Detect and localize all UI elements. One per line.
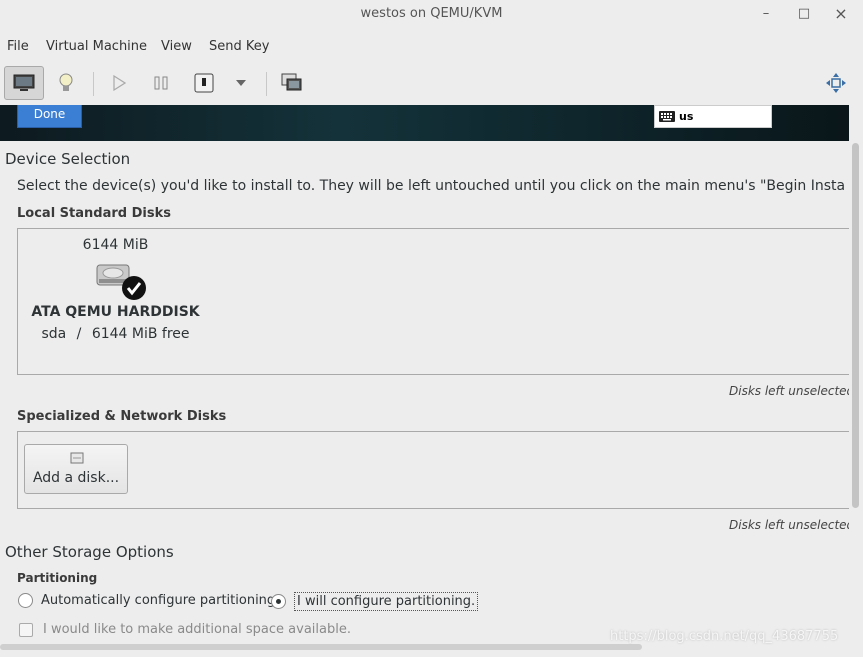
- power-icon: [194, 73, 214, 93]
- disk-size: 6144 MiB: [82, 237, 149, 253]
- local-disks-note: Disks left unselected: [729, 384, 849, 398]
- fullscreen-icon: [826, 73, 846, 93]
- partitioning-heading: Partitioning: [17, 571, 98, 585]
- disk-separator: /: [76, 326, 82, 342]
- add-disk-button[interactable]: Add a disk...: [24, 444, 128, 494]
- toolbar-separator: [93, 72, 94, 96]
- toolbar-separator: [266, 72, 267, 96]
- menu-send-key[interactable]: Send Key: [209, 39, 269, 54]
- disk-info: sda / 6144 MiB free: [23, 326, 208, 342]
- auto-partitioning-label: Automatically configure partitioning.: [41, 593, 280, 608]
- console-button[interactable]: [4, 66, 44, 100]
- additional-space-option[interactable]: I would like to make additional space av…: [19, 622, 351, 637]
- snapshots-button[interactable]: [272, 66, 312, 100]
- additional-space-checkbox[interactable]: [19, 622, 33, 637]
- disk-device: sda: [41, 326, 67, 342]
- menu-view[interactable]: View: [161, 39, 192, 54]
- auto-partitioning-radio[interactable]: [18, 593, 33, 608]
- device-selection-heading: Device Selection: [5, 150, 131, 168]
- other-storage-heading: Other Storage Options: [5, 543, 174, 561]
- keyboard-layout-indicator[interactable]: us: [654, 105, 772, 128]
- fullscreen-button[interactable]: [816, 66, 856, 100]
- keyboard-icon: [659, 111, 675, 122]
- snapshots-icon: [281, 73, 302, 91]
- horizontal-scrollbar-thumb[interactable]: [0, 644, 642, 650]
- add-disk-icon: [70, 452, 84, 464]
- toolbar: [0, 62, 863, 104]
- menu-virtual-machine[interactable]: Virtual Machine: [46, 39, 147, 54]
- details-button[interactable]: [46, 66, 86, 100]
- installation-destination: Device Selection Select the device(s) yo…: [0, 141, 849, 648]
- specialized-disks-panel: [17, 431, 849, 509]
- checkmark-icon: [122, 276, 146, 300]
- title-bar: westos on QEMU/KVM – □ ×: [0, 0, 863, 30]
- manual-partitioning-radio[interactable]: [271, 594, 286, 609]
- vertical-scrollbar-thumb[interactable]: [852, 143, 859, 508]
- pause-button[interactable]: [141, 66, 181, 100]
- disk-free: 6144 MiB free: [91, 326, 190, 342]
- specialized-disks-heading: Specialized & Network Disks: [17, 409, 227, 424]
- local-disks-heading: Local Standard Disks: [17, 206, 171, 221]
- auto-partitioning-option[interactable]: Automatically configure partitioning.: [18, 593, 279, 608]
- power-button[interactable]: [184, 66, 224, 100]
- disk-model: ATA QEMU HARDDISK: [31, 304, 200, 320]
- chevron-down-icon: [236, 80, 246, 86]
- specialized-disks-note: Disks left unselected: [729, 518, 849, 532]
- keyboard-layout-label: us: [679, 110, 694, 123]
- watermark: https://blog.csdn.net/qq_43687755: [610, 629, 839, 644]
- menu-file[interactable]: File: [7, 39, 29, 54]
- manual-partitioning-label: I will configure partitioning.: [294, 592, 479, 611]
- pause-icon: [154, 76, 168, 90]
- installer-header: Done us: [0, 105, 849, 141]
- run-button[interactable]: [99, 66, 139, 100]
- power-menu-button[interactable]: [222, 66, 260, 100]
- monitor-icon: [13, 74, 35, 91]
- disk-sda[interactable]: 6144 MiB ATA QEMU HARDDISK sda / 6144 Mi…: [23, 237, 208, 342]
- window-title: westos on QEMU/KVM: [360, 6, 503, 21]
- minimize-button[interactable]: –: [758, 6, 774, 22]
- done-button[interactable]: Done: [17, 105, 82, 128]
- play-icon: [113, 75, 126, 91]
- additional-space-label: I would like to make additional space av…: [43, 622, 351, 637]
- device-selection-instructions: Select the device(s) you'd like to insta…: [17, 178, 846, 194]
- vertical-scrollbar[interactable]: [849, 105, 863, 648]
- local-disks-panel: 6144 MiB ATA QEMU HARDDISK sda / 6144 Mi…: [17, 228, 849, 375]
- close-button[interactable]: ×: [833, 6, 849, 22]
- lightbulb-icon: [59, 73, 73, 91]
- add-disk-label: Add a disk...: [32, 470, 120, 486]
- disk-icon-wrap: [23, 257, 208, 303]
- maximize-button[interactable]: □: [796, 6, 812, 22]
- manual-partitioning-option[interactable]: I will configure partitioning.: [271, 592, 479, 611]
- horizontal-scrollbar[interactable]: [0, 644, 849, 650]
